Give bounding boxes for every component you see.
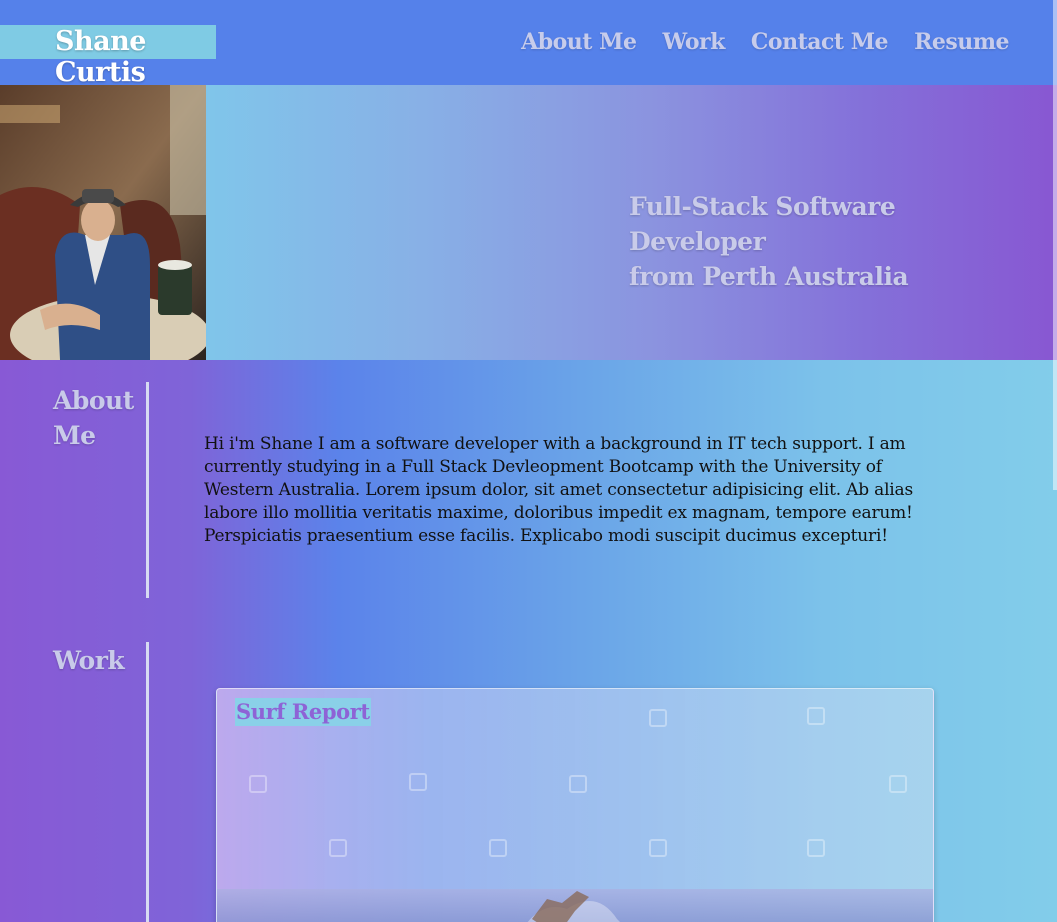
about-heading-line2: Me [53, 421, 96, 450]
watermark-icon [807, 839, 825, 857]
about-paragraph: Hi i'm Shane I am a software developer w… [204, 434, 914, 546]
watermark-icon [489, 839, 507, 857]
nav-work[interactable]: Work [662, 29, 725, 55]
about-divider [146, 382, 149, 598]
work-divider [146, 642, 149, 922]
scrollbar[interactable] [1053, 0, 1057, 490]
profile-photo-illustration [0, 85, 206, 360]
hero-banner: Full-Stack Software Developer from Perth… [0, 85, 1057, 360]
nav-about-me[interactable]: About Me [521, 29, 637, 55]
nav-contact-me[interactable]: Contact Me [751, 29, 889, 55]
project-image-ocean [217, 889, 933, 922]
main-nav: About Me Work Contact Me Resume [521, 29, 1009, 55]
watermark-icon [329, 839, 347, 857]
watermark-icon [249, 775, 267, 793]
hero-tagline: Full-Stack Software Developer from Perth… [629, 189, 1029, 294]
brand-name[interactable]: Shane Curtis [55, 26, 216, 88]
watermark-icon [649, 709, 667, 727]
watermark-icon [889, 775, 907, 793]
about-heading: About Me [53, 383, 134, 453]
profile-photo [0, 85, 206, 360]
watermark-icon [807, 707, 825, 725]
work-heading: Work [53, 646, 125, 675]
nav-resume[interactable]: Resume [914, 29, 1009, 55]
hero-tagline-line2: from Perth Australia [629, 262, 909, 291]
watermark-icon [649, 839, 667, 857]
watermark-icon [569, 775, 587, 793]
site-header: Shane Curtis About Me Work Contact Me Re… [0, 0, 1057, 88]
project-card[interactable]: Surf Report [216, 688, 934, 922]
project-title[interactable]: Surf Report [235, 698, 371, 726]
about-heading-line1: About [53, 386, 134, 415]
brand[interactable]: Shane Curtis [0, 25, 216, 88]
watermark-icon [409, 773, 427, 791]
hero-tagline-line1: Full-Stack Software Developer [629, 192, 896, 256]
surfer-illustration [527, 891, 620, 922]
